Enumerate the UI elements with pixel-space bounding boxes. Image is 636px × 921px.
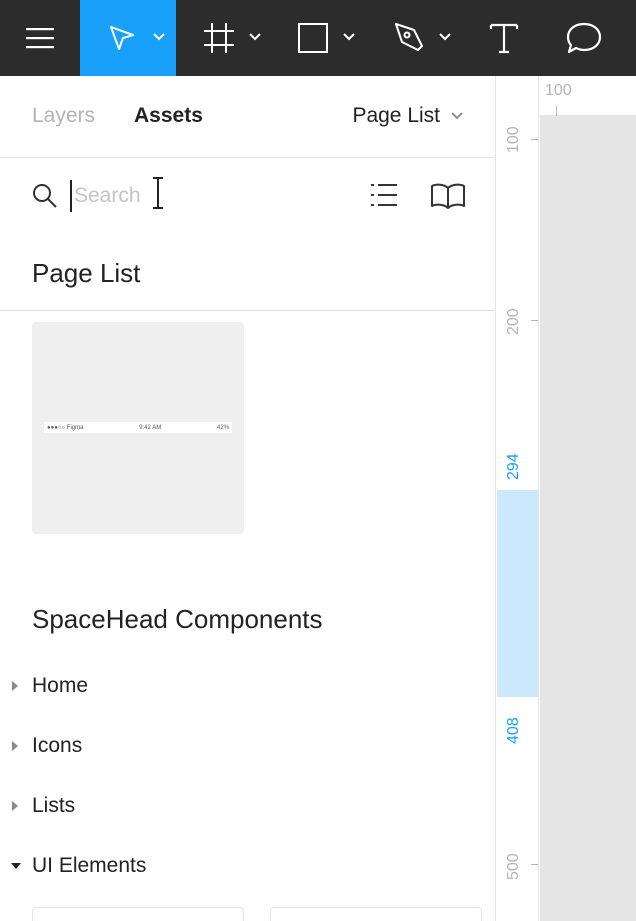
ruler-label-selection-start: 294 bbox=[505, 453, 522, 480]
chevron-down-icon[interactable] bbox=[152, 32, 166, 42]
component-card[interactable] bbox=[270, 907, 482, 921]
panel-tabs: Layers Assets Page List bbox=[0, 76, 495, 158]
status-bar-preview: ●●●○○ Figma 9:42 AM 42% bbox=[44, 422, 232, 433]
ruler-tick bbox=[531, 139, 538, 140]
pen-tool-button[interactable] bbox=[368, 0, 464, 76]
group-item-home[interactable]: Home bbox=[0, 666, 495, 706]
hamburger-menu-icon bbox=[26, 28, 54, 49]
status-bar-time: 9:42 AM bbox=[139, 424, 162, 431]
group-item-icons[interactable]: Icons bbox=[0, 726, 495, 766]
ruler-tick bbox=[531, 864, 538, 865]
top-toolbar bbox=[0, 0, 636, 76]
component-card[interactable] bbox=[32, 907, 244, 921]
pen-icon bbox=[395, 23, 423, 51]
search-icon bbox=[33, 184, 57, 208]
caret-right-icon bbox=[12, 681, 18, 691]
main-menu-button[interactable] bbox=[0, 0, 80, 76]
chevron-down-icon[interactable] bbox=[342, 32, 356, 42]
move-tool-button[interactable] bbox=[80, 0, 176, 76]
horizontal-ruler: 100 bbox=[539, 76, 636, 116]
group-label: Icons bbox=[32, 734, 83, 757]
selection-highlight bbox=[497, 490, 538, 697]
rectangle-icon bbox=[298, 23, 328, 53]
group-item-ui-elements[interactable]: UI Elements bbox=[0, 846, 495, 886]
ruler-tick bbox=[531, 320, 538, 321]
page-title: Page List bbox=[32, 258, 141, 288]
assets-panel: Layers Assets Page List Page bbox=[0, 76, 496, 921]
caret-down-icon bbox=[11, 863, 21, 869]
tab-layers[interactable]: Layers bbox=[32, 104, 95, 128]
shape-tool-button[interactable] bbox=[272, 0, 368, 76]
chevron-down-icon bbox=[451, 112, 463, 120]
chevron-down-icon[interactable] bbox=[438, 32, 452, 42]
group-label: Lists bbox=[32, 794, 76, 817]
canvas-area[interactable] bbox=[540, 116, 636, 921]
search-input[interactable] bbox=[70, 180, 270, 212]
library-book-icon[interactable] bbox=[430, 182, 466, 210]
ruler-label-selection-end: 408 bbox=[505, 717, 522, 744]
page-list-dropdown-label: Page List bbox=[352, 104, 440, 127]
ruler-label: 100 bbox=[505, 126, 522, 153]
vertical-ruler: 100 200 294 408 500 bbox=[497, 76, 539, 921]
text-cursor-icon bbox=[153, 177, 163, 209]
page-list-dropdown[interactable]: Page List bbox=[352, 104, 464, 128]
tab-assets[interactable]: Assets bbox=[134, 104, 203, 128]
caret-right-icon bbox=[12, 741, 18, 751]
ruler-label: 100 bbox=[545, 82, 572, 99]
text-tool-button[interactable] bbox=[464, 0, 544, 76]
group-label: UI Elements bbox=[32, 854, 147, 877]
status-bar-carrier: ●●●○○ Figma bbox=[47, 424, 84, 431]
caret-right-icon bbox=[12, 801, 18, 811]
comment-tool-button[interactable] bbox=[544, 0, 624, 76]
chevron-down-icon[interactable] bbox=[248, 32, 262, 42]
ruler-tick bbox=[556, 106, 557, 116]
ruler-label: 500 bbox=[505, 853, 522, 880]
frame-icon bbox=[204, 23, 234, 53]
search-row bbox=[0, 158, 495, 234]
group-label: Home bbox=[32, 674, 89, 697]
ruler-label: 200 bbox=[505, 308, 522, 335]
component-thumbnail[interactable]: ●●●○○ Figma 9:42 AM 42% bbox=[32, 322, 244, 534]
move-arrow-icon bbox=[110, 26, 134, 50]
section-divider bbox=[0, 310, 495, 311]
frame-tool-button[interactable] bbox=[176, 0, 272, 76]
status-bar-battery: 42% bbox=[216, 424, 229, 431]
group-item-lists[interactable]: Lists bbox=[0, 786, 495, 826]
list-view-icon[interactable] bbox=[370, 182, 398, 208]
library-title: SpaceHead Components bbox=[32, 604, 323, 634]
comment-icon bbox=[566, 22, 602, 54]
text-icon bbox=[489, 23, 519, 54]
